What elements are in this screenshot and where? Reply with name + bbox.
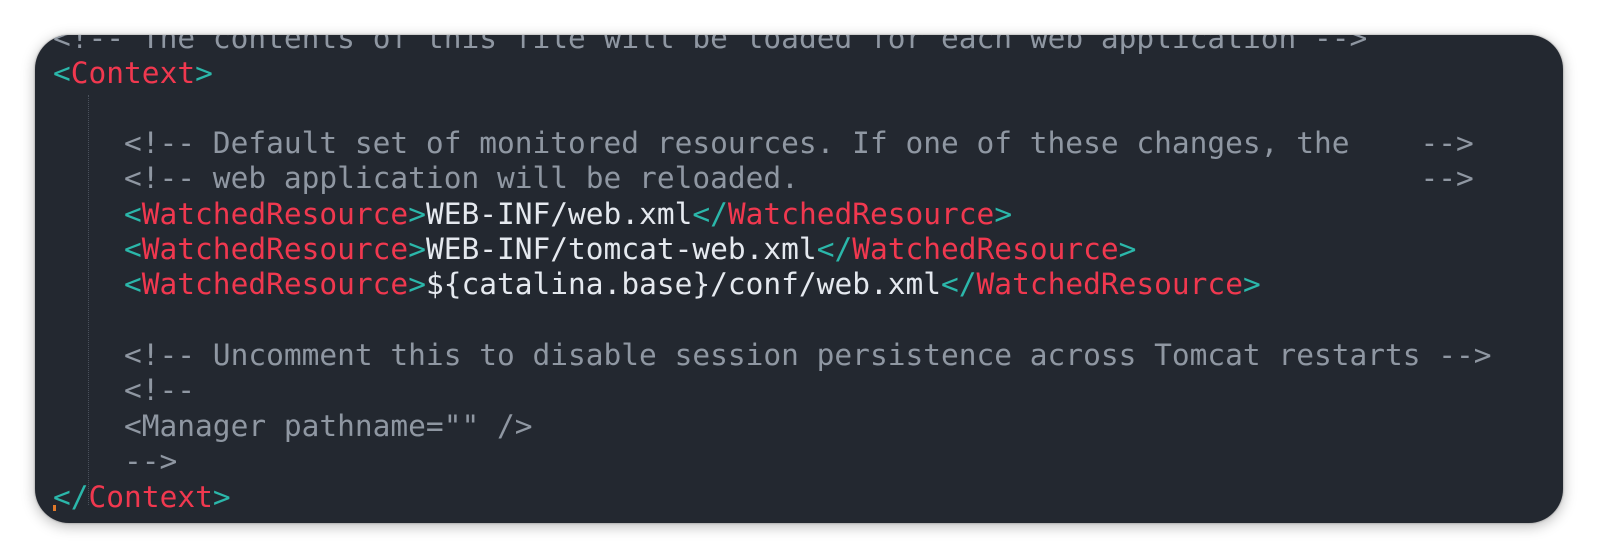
tag-context: Context bbox=[70, 56, 196, 90]
code-line-comment-2: <!-- web application will be reloaded. -… bbox=[124, 161, 1474, 195]
code-line-watched-resource-1: <WatchedResource>WEB-INF/web.xml</Watche… bbox=[53, 196, 1012, 232]
bracket-close-tag-open: </ bbox=[816, 232, 853, 266]
tag-watched-resource: WatchedResource bbox=[727, 197, 995, 231]
bracket-close: > bbox=[994, 197, 1013, 231]
code-line-manager: <Manager pathname="" /> bbox=[124, 409, 533, 443]
code-line-comment-4: <!-- bbox=[124, 373, 196, 407]
bracket-close-tag-open: </ bbox=[53, 480, 89, 514]
code-line-comment-3: <!-- Uncomment this to disable session p… bbox=[124, 338, 1492, 372]
code-area[interactable]: <!-- The contents of this file will be l… bbox=[35, 35, 1563, 523]
bracket-open: < bbox=[124, 232, 142, 266]
bracket-close: > bbox=[408, 197, 426, 231]
watched-resource-value: ${catalina.base}/conf/web.xml bbox=[425, 267, 942, 301]
bracket-close-tag-open: </ bbox=[692, 197, 728, 231]
code-line-watched-resource-3: <WatchedResource>${catalina.base}/conf/w… bbox=[53, 266, 1261, 302]
watched-resource-value: WEB-INF/web.xml bbox=[425, 197, 693, 231]
bracket-close: > bbox=[1242, 267, 1261, 301]
code-line-watched-resource-2: <WatchedResource>WEB-INF/tomcat-web.xml<… bbox=[53, 231, 1136, 267]
tag-watched-resource: WatchedResource bbox=[141, 197, 409, 231]
bracket-open: < bbox=[53, 56, 71, 90]
tag-context: Context bbox=[88, 480, 213, 514]
tag-watched-resource: WatchedResource bbox=[976, 267, 1243, 301]
bracket-close: > bbox=[408, 267, 426, 301]
tag-watched-resource: WatchedResource bbox=[852, 232, 1119, 266]
bracket-close-tag-open: </ bbox=[941, 267, 977, 301]
tag-watched-resource: WatchedResource bbox=[141, 232, 409, 266]
code-line-comment-1: <!-- Default set of monitored resources.… bbox=[124, 126, 1474, 160]
text-caret bbox=[53, 505, 56, 511]
bracket-close: > bbox=[1118, 232, 1137, 266]
code-line-context-open: <Context> bbox=[53, 55, 213, 91]
bracket-open: < bbox=[124, 197, 142, 231]
code-line-top-comment: <!-- The contents of this file will be l… bbox=[53, 35, 1368, 55]
code-line-context-close: </Context> bbox=[53, 479, 231, 515]
bracket-close: > bbox=[212, 480, 231, 514]
watched-resource-value: WEB-INF/tomcat-web.xml bbox=[425, 232, 817, 266]
bracket-close: > bbox=[408, 232, 426, 266]
bracket-close: > bbox=[195, 56, 213, 90]
code-line-comment-end: --> bbox=[124, 444, 178, 478]
tag-watched-resource: WatchedResource bbox=[141, 267, 409, 301]
code-editor-window: <!-- The contents of this file will be l… bbox=[35, 35, 1563, 523]
bracket-open: < bbox=[124, 267, 142, 301]
